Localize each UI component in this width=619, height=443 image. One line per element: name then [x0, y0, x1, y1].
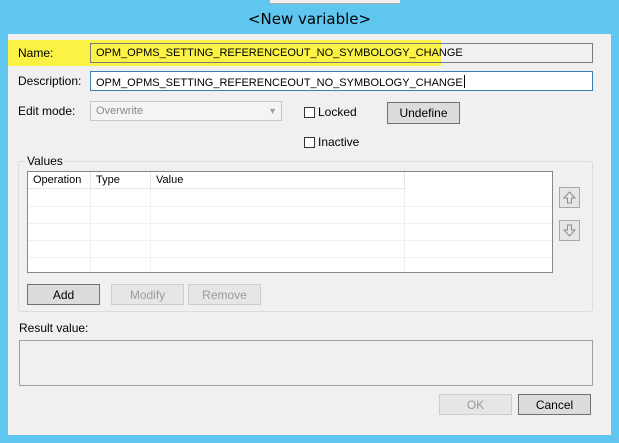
- text-caret: [463, 75, 465, 88]
- column-header-operation[interactable]: Operation: [28, 172, 91, 189]
- values-group-title: Values: [25, 154, 65, 168]
- row-divider: [28, 223, 552, 224]
- name-field[interactable]: OPM_OPMS_SETTING_REFERENCEOUT_NO_SYMBOLO…: [90, 43, 593, 63]
- column-header-type[interactable]: Type: [91, 172, 151, 189]
- chevron-down-icon: ▼: [268, 106, 277, 116]
- modify-button[interactable]: Modify: [111, 284, 184, 305]
- locked-checkbox[interactable]: [304, 106, 315, 118]
- result-value-box: [19, 340, 593, 386]
- ok-button[interactable]: OK: [439, 394, 512, 415]
- remove-button[interactable]: Remove: [188, 284, 261, 305]
- row-divider: [28, 257, 552, 258]
- values-grid[interactable]: Operation Type Value: [27, 171, 553, 273]
- edit-mode-select[interactable]: Overwrite ▼: [90, 101, 282, 121]
- down-arrow-icon: [563, 224, 576, 237]
- edit-mode-value: Overwrite: [96, 105, 144, 117]
- description-field[interactable]: OPM_OPMS_SETTING_REFERENCEOUT_NO_SYMBOLO…: [90, 71, 593, 91]
- column-divider: [90, 189, 91, 272]
- description-label: Description:: [18, 74, 82, 88]
- column-divider: [404, 189, 405, 272]
- add-button[interactable]: Add: [27, 284, 100, 305]
- name-value: OPM_OPMS_SETTING_REFERENCEOUT_NO_SYMBOLO…: [96, 47, 463, 59]
- name-label: Name:: [18, 46, 54, 60]
- locked-checkbox-row[interactable]: Locked: [304, 105, 357, 119]
- dialog-client-area: Name: OPM_OPMS_SETTING_REFERENCEOUT_NO_S…: [8, 34, 611, 435]
- dialog-window: <New variable> Name: OPM_OPMS_SETTING_RE…: [0, 0, 619, 443]
- column-header-value[interactable]: Value: [151, 172, 405, 189]
- row-divider: [28, 206, 552, 207]
- title-bar[interactable]: <New variable>: [0, 0, 619, 34]
- up-arrow-icon: [563, 191, 576, 204]
- locked-label: Locked: [318, 105, 357, 119]
- edit-mode-label: Edit mode:: [18, 104, 76, 118]
- cancel-button[interactable]: Cancel: [518, 394, 591, 415]
- inactive-checkbox-row[interactable]: Inactive: [304, 135, 359, 149]
- row-divider: [28, 240, 552, 241]
- inactive-checkbox[interactable]: [304, 136, 315, 148]
- result-value-label: Result value:: [19, 321, 89, 335]
- column-divider: [150, 189, 151, 272]
- dialog-title: <New variable>: [247, 10, 372, 28]
- move-up-button[interactable]: [559, 187, 580, 208]
- move-down-button[interactable]: [559, 220, 580, 241]
- undefine-button[interactable]: Undefine: [387, 102, 460, 124]
- description-value: OPM_OPMS_SETTING_REFERENCEOUT_NO_SYMBOLO…: [96, 77, 463, 89]
- inactive-label: Inactive: [318, 135, 360, 149]
